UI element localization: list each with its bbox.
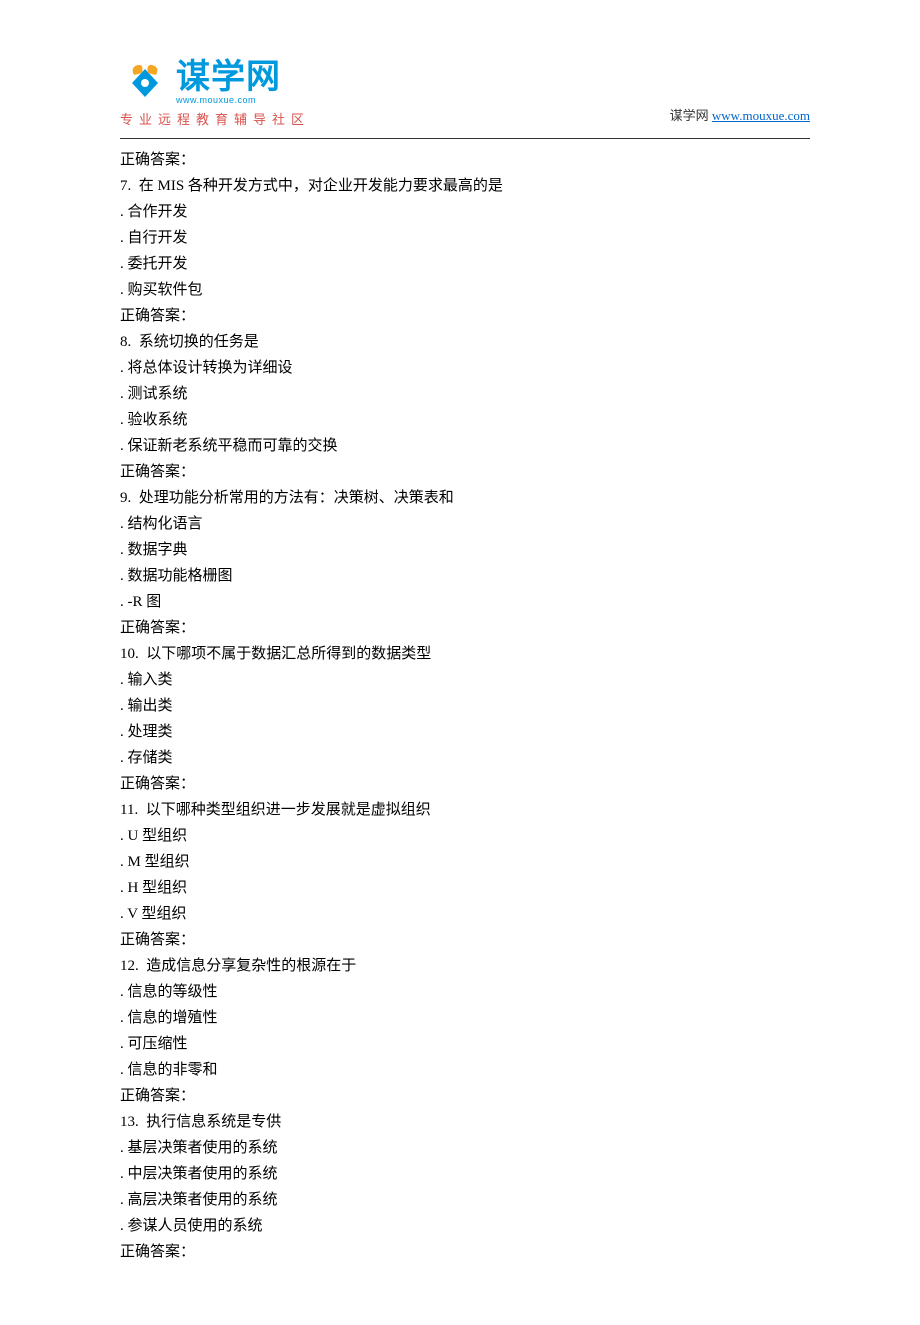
- question-option: . -R 图: [120, 589, 810, 615]
- question-option: . 可压缩性: [120, 1031, 810, 1057]
- question-option: . M 型组织: [120, 849, 810, 875]
- question-stem: 12. 造成信息分享复杂性的根源在于: [120, 953, 810, 979]
- question-stem: 8. 系统切换的任务是: [120, 329, 810, 355]
- question-option: . 基层决策者使用的系统: [120, 1135, 810, 1161]
- answer-label: 正确答案：: [120, 771, 810, 797]
- question-option: . H 型组织: [120, 875, 810, 901]
- question-option: . 委托开发: [120, 251, 810, 277]
- question-option: . 购买软件包: [120, 277, 810, 303]
- question-stem: 11. 以下哪种类型组织进一步发展就是虚拟组织: [120, 797, 810, 823]
- answer-label: 正确答案：: [120, 615, 810, 641]
- question-stem: 7. 在 MIS 各种开发方式中，对企业开发能力要求最高的是: [120, 173, 810, 199]
- logo-url-text: www.mouxue.com: [176, 95, 281, 105]
- answer-label: 正确答案：: [120, 147, 810, 173]
- question-option: . 输入类: [120, 667, 810, 693]
- question-option: . V 型组织: [120, 901, 810, 927]
- logo-icon: [120, 61, 170, 105]
- header-right: 谋学网 www.mouxue.com: [670, 105, 810, 128]
- answer-label: 正确答案：: [120, 303, 810, 329]
- question-option: . U 型组织: [120, 823, 810, 849]
- question-option: . 数据功能格栅图: [120, 563, 810, 589]
- question-option: . 信息的等级性: [120, 979, 810, 1005]
- question-option: . 输出类: [120, 693, 810, 719]
- question-option: . 验收系统: [120, 407, 810, 433]
- logo-block: 谋学网 www.mouxue.com 专业远程教育辅导社区: [120, 60, 310, 128]
- question-stem: 13. 执行信息系统是专供: [120, 1109, 810, 1135]
- document-body: 正确答案：7. 在 MIS 各种开发方式中，对企业开发能力要求最高的是. 合作开…: [120, 147, 810, 1265]
- question-option: . 自行开发: [120, 225, 810, 251]
- question-option: . 高层决策者使用的系统: [120, 1187, 810, 1213]
- logo-tagline: 专业远程教育辅导社区: [120, 109, 310, 128]
- question-option: . 将总体设计转换为详细设: [120, 355, 810, 381]
- question-stem: 10. 以下哪项不属于数据汇总所得到的数据类型: [120, 641, 810, 667]
- question-option: . 参谋人员使用的系统: [120, 1213, 810, 1239]
- question-option: . 结构化语言: [120, 511, 810, 537]
- header-link[interactable]: www.mouxue.com: [712, 108, 810, 123]
- question-option: . 信息的增殖性: [120, 1005, 810, 1031]
- answer-label: 正确答案：: [120, 1239, 810, 1265]
- page-header: 谋学网 www.mouxue.com 专业远程教育辅导社区 谋学网 www.mo…: [120, 60, 810, 128]
- logo-main: 谋学网 www.mouxue.com: [120, 60, 310, 105]
- answer-label: 正确答案：: [120, 459, 810, 485]
- question-option: . 中层决策者使用的系统: [120, 1161, 810, 1187]
- question-option: . 数据字典: [120, 537, 810, 563]
- question-option: . 保证新老系统平稳而可靠的交换: [120, 433, 810, 459]
- answer-label: 正确答案：: [120, 927, 810, 953]
- document-page: 谋学网 www.mouxue.com 专业远程教育辅导社区 谋学网 www.mo…: [0, 0, 920, 1325]
- question-option: . 处理类: [120, 719, 810, 745]
- header-right-prefix: 谋学网: [670, 108, 712, 123]
- answer-label: 正确答案：: [120, 1083, 810, 1109]
- logo-text-group: 谋学网 www.mouxue.com: [176, 60, 281, 105]
- question-stem: 9. 处理功能分析常用的方法有：决策树、决策表和: [120, 485, 810, 511]
- question-option: . 测试系统: [120, 381, 810, 407]
- logo-name-cn: 谋学网: [176, 60, 281, 94]
- question-option: . 合作开发: [120, 199, 810, 225]
- header-divider: [120, 138, 810, 139]
- question-option: . 存储类: [120, 745, 810, 771]
- question-option: . 信息的非零和: [120, 1057, 810, 1083]
